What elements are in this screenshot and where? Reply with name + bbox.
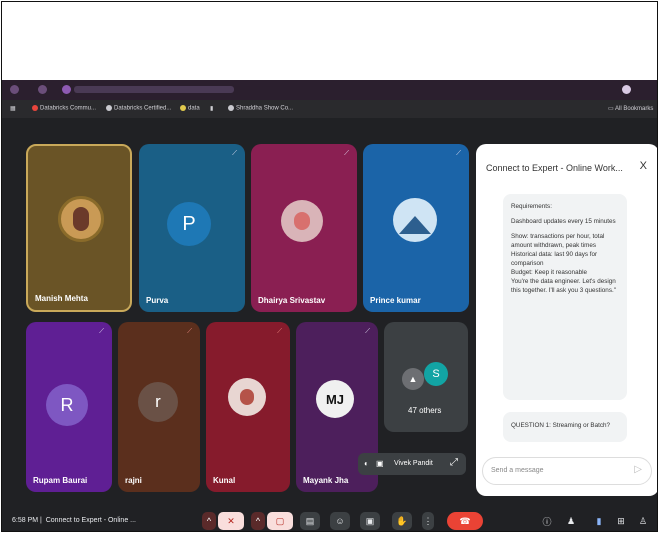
bookmark-2[interactable]: Databricks Certified... [106,105,171,112]
avatar: S [424,362,448,386]
chat-panel: Connect to Expert - Online Work... X Req… [476,144,657,496]
avatar [393,198,437,242]
participant-tile[interactable]: ⟋ Kunal [206,322,290,492]
mic-muted-icon: ⟋ [99,328,104,335]
info-icon[interactable]: ⓘ [540,512,554,530]
avatar: R [46,384,88,426]
tab-icon[interactable] [38,85,47,94]
avatar [228,378,266,416]
screenshot-frame: ▦ Databricks Commu... Databricks Certifi… [1,1,658,532]
camera-options-icon[interactable]: ^ [251,512,265,530]
participant-name: Kunal [213,476,236,485]
bookmark-3[interactable]: data [180,105,200,112]
participant-name: Purva [146,296,169,305]
participant-tile[interactable]: ⟋ r rajni [118,322,200,492]
mountain-photo-icon [399,216,431,234]
chat-icon[interactable]: ▮ [592,512,606,530]
browser-titlebar [2,80,657,100]
globe-icon [106,105,112,111]
participant-tile[interactable]: Manish Mehta [26,144,132,312]
host-controls-icon[interactable]: ♙ [636,512,650,530]
camera-off-button[interactable]: ▢ [267,512,293,530]
meeting-info: 6:58 PM | Connect to Expert - Online ... [12,517,136,524]
present-icon[interactable]: ▣ [360,512,380,530]
bookmark-4[interactable]: Shraddha Show Co... [228,105,293,112]
chat-message: Requirements: Dashboard updates every 15… [503,194,627,400]
avatar: P [167,202,211,246]
more-options-icon[interactable]: ⋮ [422,512,434,530]
message-line: Budget: Keep it reasonable [511,269,587,276]
folder-icon [180,105,186,111]
camera-off-icon: ▣ [376,459,384,468]
mic-muted-icon: ⟋ [456,150,461,157]
message-line: Show: transactions per hour, total amoun… [511,233,605,249]
meet-favicon-icon [62,85,71,94]
address-bar[interactable] [74,86,234,93]
apps-icon[interactable]: ▦ [10,105,16,112]
mic-muted-icon: ◐ [364,459,369,468]
window-dot-icon[interactable] [10,85,19,94]
chat-title: Connect to Expert - Online Work... [486,163,623,173]
meeting-toolbar: 6:58 PM | Connect to Expert - Online ...… [2,508,657,531]
mic-muted-icon: ⟋ [187,328,192,335]
send-icon[interactable]: ▷ [634,464,642,475]
message-line: You're the data engineer. Let's design t… [511,278,616,294]
participant-name: rajni [125,476,142,485]
mic-off-button[interactable]: ✕ [218,512,244,530]
participant-tile[interactable]: ⟋ R Rupam Baurai [26,322,112,492]
participant-name: Dhairya Srivastav [258,296,326,305]
end-call-button[interactable]: ☎ [447,512,483,530]
avatar [281,200,323,242]
mic-muted-icon: ⟋ [344,150,349,157]
participant-name: Prince kumar [370,296,421,305]
participant-tile[interactable]: ⟋ Prince kumar [363,144,469,312]
bookmarks-bar: ▦ Databricks Commu... Databricks Certifi… [2,100,657,118]
participant-name: Manish Mehta [35,294,88,303]
raise-hand-icon[interactable]: ✋ [392,512,412,530]
message-line: Historical data: last 90 days for compar… [511,251,598,267]
captions-icon[interactable]: ▤ [300,512,320,530]
bookmark-1[interactable]: Databricks Commu... [32,105,96,112]
mic-muted-icon: ⟋ [277,328,282,335]
browser-window: ▦ Databricks Commu... Databricks Certifi… [2,80,657,531]
chat-question: QUESTION 1: Streaming or Batch? [503,412,627,442]
emoji-icon[interactable]: ☺ [330,512,350,530]
mic-options-icon[interactable]: ^ [202,512,216,530]
participant-name: Mayank Jha [303,476,349,485]
all-bookmarks[interactable]: ▭ All Bookmarks [608,105,653,112]
participant-tile[interactable]: ⟋ Dhairya Srivastav [251,144,357,312]
others-tile[interactable]: ▲ S 47 others [384,322,468,432]
participant-tile[interactable]: ⟋ P Purva [139,144,245,312]
avatar: r [138,382,178,422]
bookmark-separator-icon: ▮ [210,106,214,112]
close-icon[interactable]: X [640,160,647,172]
avatar: ▲ [402,368,424,390]
participant-name: Rupam Baurai [33,476,88,485]
expand-icon[interactable]: ⤢ [450,457,458,468]
databricks-icon [32,105,38,111]
person-photo-icon [294,212,310,230]
profile-icon[interactable] [622,85,631,94]
globe-icon [228,105,234,111]
message-heading: Requirements: [511,203,552,210]
message-input[interactable]: Send a message ▷ [482,457,652,485]
others-count: 47 others [408,406,442,415]
mic-muted-icon: ⟋ [365,328,370,335]
activities-icon[interactable]: ⊞ [614,512,628,530]
person-photo-icon [240,389,254,405]
mic-muted-icon: ⟋ [232,150,237,157]
people-icon[interactable]: ♟ [564,512,578,530]
avatar: MJ [316,380,354,418]
avatar [58,196,104,242]
message-line: Dashboard updates every 15 minutes [511,218,616,225]
person-photo-icon [73,207,89,231]
self-view-pill[interactable]: ◐ ▣ Vivek Pandit ⤢ [358,453,466,475]
